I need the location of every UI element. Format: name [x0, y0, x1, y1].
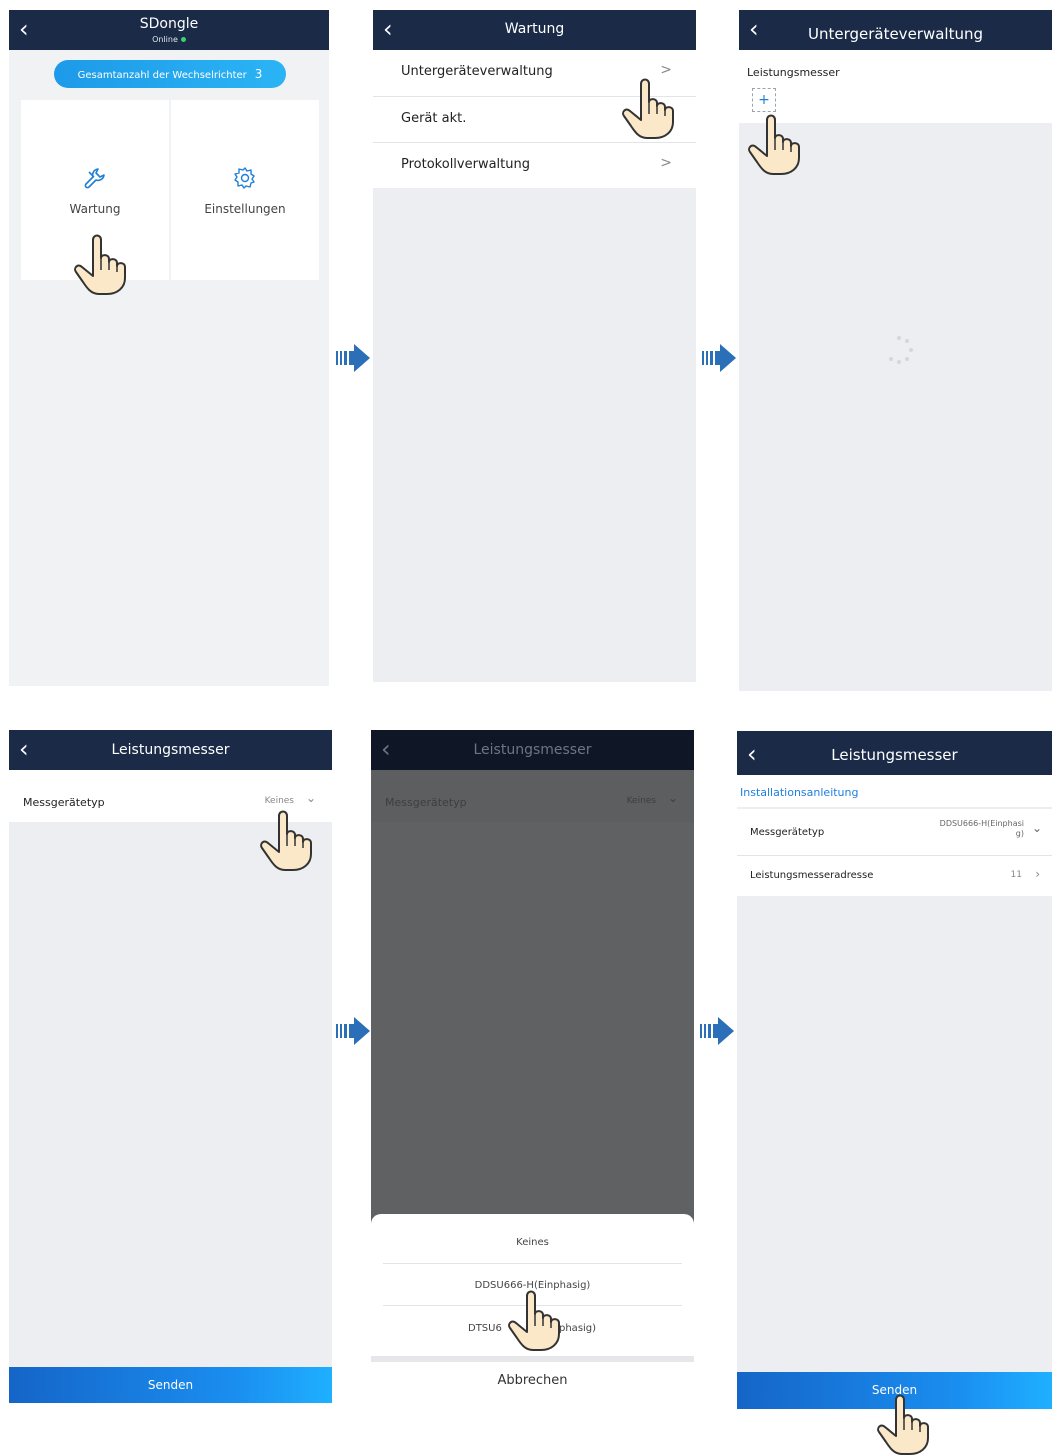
screen-leistungsmesser-configured: ‹ Leistungsmesser Installationsanleitung…: [737, 731, 1052, 1409]
page-title: Wartung: [504, 21, 565, 37]
tap-hand-icon: [747, 112, 803, 176]
menu-item-label: Gerät akt.: [401, 111, 467, 126]
meter-type-row[interactable]: Messgerätetyp DDSU666-H(Einphasi g) ⌄: [737, 809, 1052, 855]
page-title: Leistungsmesser: [473, 742, 592, 758]
option-keines[interactable]: Keines: [371, 1214, 694, 1263]
page-title: SDongle: [139, 16, 199, 32]
inverter-count: 3: [254, 67, 263, 81]
inverter-count-badge[interactable]: Gesamtanzahl der Wechselrichter 3: [54, 60, 286, 88]
tile-label-einstellungen: Einstellungen: [204, 202, 286, 216]
flow-arrow-icon: [336, 344, 370, 372]
header: ‹ Wartung: [373, 10, 696, 50]
header: ‹ Untergeräteverwaltung: [739, 10, 1052, 50]
meter-address-label: Leistungsmesseradresse: [750, 870, 874, 881]
inverter-count-label: Gesamtanzahl der Wechselrichter: [77, 70, 247, 81]
meter-type-value: Keines: [626, 796, 656, 806]
flow-arrow-icon: [336, 1017, 370, 1045]
menu-item-label: Untergeräteverwaltung: [401, 64, 553, 79]
screen-wartung: ‹ Wartung Untergeräteverwaltung > Gerät …: [373, 10, 696, 682]
page-title: Leistungsmesser: [111, 742, 230, 758]
wrench-icon: [84, 168, 105, 189]
installation-guide-link[interactable]: Installationsanleitung: [740, 786, 859, 799]
header: ‹ Leistungsmesser: [737, 731, 1052, 775]
header: ‹ Leistungsmesser: [371, 730, 694, 770]
meter-type-label: Messgerätetyp: [750, 827, 825, 838]
screen-leistungsmesser-picker: ‹ Leistungsmesser Messgerätetyp Keines ⌄…: [371, 730, 694, 1403]
page-title: Leistungsmesser: [831, 746, 958, 764]
online-dot-icon: [180, 37, 186, 42]
chevron-down-icon: ⌄: [305, 791, 316, 805]
screen-sdongle: ‹ SDongle Online Gesamtanzahl der Wechse…: [9, 10, 329, 686]
chevron-down-icon: ⌄: [667, 791, 678, 805]
meter-type-row[interactable]: Messgerätetyp Keines ⌄: [371, 770, 694, 822]
guide-row: Installationsanleitung: [737, 775, 1052, 807]
screen-leistungsmesser-empty: ‹ Leistungsmesser Messgerätetyp Keines ⌄…: [9, 730, 332, 1403]
tap-hand-icon: [259, 808, 315, 872]
chevron-right-icon: ›: [1035, 867, 1040, 881]
tap-hand-icon: [876, 1392, 932, 1456]
flow-arrow-icon: [702, 344, 736, 372]
loading-spinner-icon: [889, 336, 913, 364]
menu-item-label: Protokollverwaltung: [401, 157, 530, 172]
meter-type-label: Messgerätetyp: [23, 796, 105, 809]
section-label: Leistungsmesser: [747, 66, 840, 79]
meter-address-row[interactable]: Leistungsmesseradresse 11 ›: [737, 856, 1052, 896]
tile-label-wartung: Wartung: [69, 202, 121, 216]
status-text: Online: [9, 35, 329, 44]
meter-type-value: DDSU666-H(Einphasi g): [939, 819, 1024, 838]
chevron-right-icon: >: [660, 155, 672, 171]
add-device-button[interactable]: +: [752, 88, 776, 112]
option-dtsu666-start: DTSU6: [468, 1323, 502, 1334]
cancel-button[interactable]: Abbrechen: [371, 1362, 694, 1403]
menu-item-protokollverwaltung[interactable]: Protokollverwaltung >: [373, 143, 696, 188]
page-title: Untergeräteverwaltung: [807, 25, 984, 43]
header: ‹ SDongle Online: [9, 10, 329, 50]
tile-einstellungen[interactable]: Einstellungen: [171, 100, 319, 280]
flow-arrow-icon: [700, 1017, 734, 1045]
meter-type-value: Keines: [264, 796, 294, 806]
option-dtsu666-end: phasig): [559, 1323, 597, 1334]
tap-hand-icon: [507, 1288, 563, 1352]
send-button[interactable]: Senden: [9, 1367, 332, 1403]
gear-icon: [234, 167, 255, 189]
tap-hand-icon: [73, 232, 129, 296]
tap-hand-icon: [621, 76, 677, 140]
meter-address-value: 11: [1010, 870, 1022, 880]
chevron-down-icon: ⌄: [1031, 821, 1042, 835]
header: ‹ Leistungsmesser: [9, 730, 332, 770]
screen-untergeraeteverwaltung: ‹ Untergeräteverwaltung Leistungsmesser …: [739, 10, 1052, 691]
meter-type-label: Messgerätetyp: [385, 796, 467, 809]
